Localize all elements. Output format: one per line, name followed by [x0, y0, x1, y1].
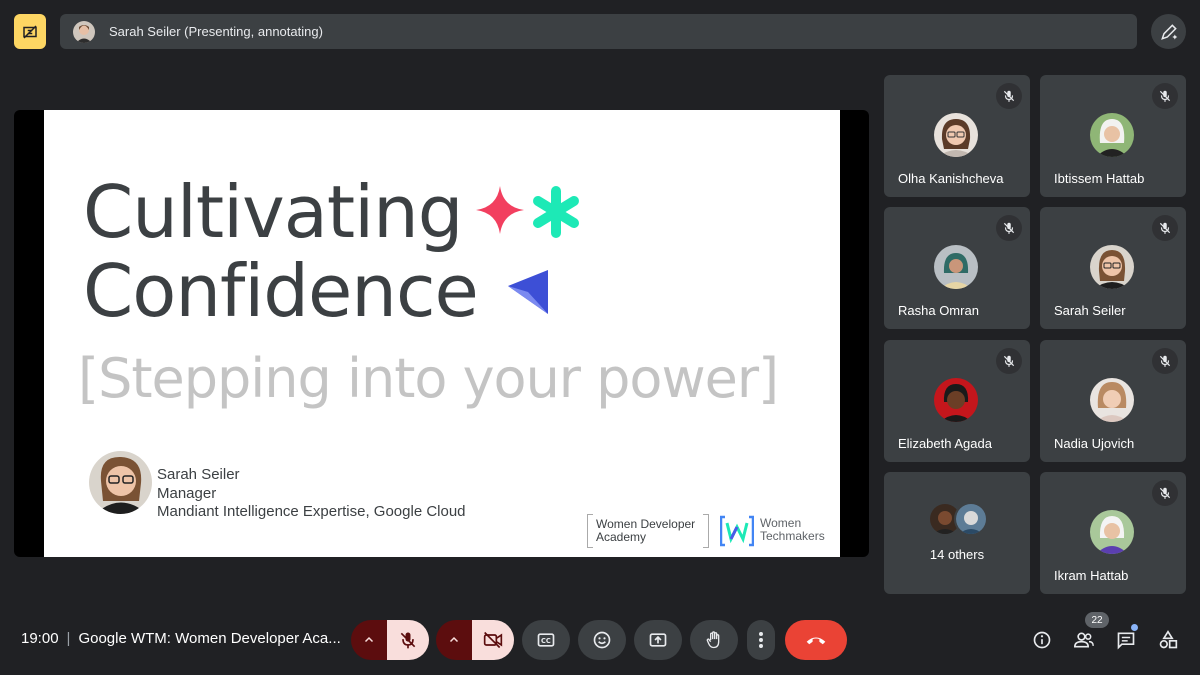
participant-tile[interactable]: Olha Kanishcheva [884, 75, 1030, 197]
pink-sparkle-icon [476, 186, 524, 234]
presenter-label: Sarah Seiler (Presenting, annotating) [109, 24, 323, 39]
mic-off-icon [1003, 355, 1015, 367]
participant-name: Sarah Seiler [1054, 303, 1126, 318]
slide: Cultivating Confidence [Stepping into yo… [44, 110, 840, 557]
participant-name: Elizabeth Agada [898, 436, 992, 451]
others-tile[interactable]: 14 others [884, 472, 1030, 594]
mic-muted-indicator [1152, 348, 1178, 374]
mic-off-icon [1159, 222, 1171, 234]
participant-avatar [1090, 378, 1134, 422]
pin-toggle-button[interactable] [14, 14, 46, 49]
present-screen-icon [649, 633, 667, 647]
emoji-icon [593, 631, 611, 649]
participant-tile[interactable]: Ikram Hattab [1040, 472, 1186, 594]
more-options-button[interactable] [747, 620, 775, 660]
participant-avatar [954, 502, 988, 536]
slide-subtitle: [Stepping into your power] [78, 347, 779, 410]
chevron-up-icon [449, 636, 459, 643]
activities-icon [1159, 630, 1178, 649]
meeting-title[interactable]: Google WTM: Women Developer Aca... [78, 630, 340, 647]
meeting-info: 19:00 | Google WTM: Women Developer Aca... [21, 630, 341, 647]
mic-muted-indicator [996, 83, 1022, 109]
participant-avatar [934, 378, 978, 422]
slide-title-line2: Confidence [83, 249, 479, 333]
teal-asterisk-icon [533, 186, 579, 238]
toggle-camera-button[interactable] [472, 620, 514, 660]
camera-options-button[interactable] [436, 620, 472, 660]
raise-hand-icon [706, 631, 720, 649]
participant-avatar [1090, 245, 1134, 289]
wtm-logo-mark-icon [720, 515, 754, 547]
others-count-label: 14 others [929, 547, 985, 562]
women-developer-academy-logo: Women Developer Academy [587, 514, 709, 548]
mic-off-icon [1159, 355, 1171, 367]
captions-icon: CC [537, 633, 555, 647]
toggle-mic-button[interactable] [387, 620, 429, 660]
activities-button[interactable] [1154, 626, 1182, 654]
speaker-title: Manager [157, 484, 217, 502]
speaker-info: Sarah Seiler Manager Mandiant Intelligen… [157, 466, 466, 522]
chat-notification-dot [1131, 624, 1138, 631]
participant-avatar [1090, 510, 1134, 554]
annotate-button[interactable] [1151, 14, 1186, 49]
mic-off-icon [1159, 90, 1171, 102]
mic-muted-indicator [1152, 480, 1178, 506]
presenter-avatar [73, 20, 95, 43]
chevron-up-icon [364, 636, 374, 643]
blue-arrow-icon [508, 270, 548, 314]
participant-tile[interactable]: Elizabeth Agada [884, 340, 1030, 462]
end-call-icon [806, 637, 826, 645]
captions-button[interactable]: CC [522, 620, 570, 660]
speaker-org: Mandiant Intelligence Expertise, Google … [157, 503, 466, 520]
participant-name: Ibtissem Hattab [1054, 171, 1145, 186]
mic-muted-indicator [1152, 83, 1178, 109]
meeting-time: 19:00 [21, 630, 59, 647]
participant-avatar [1090, 113, 1134, 157]
raise-hand-button[interactable] [690, 620, 738, 660]
mic-muted-indicator [996, 348, 1022, 374]
speaker-photo [89, 451, 152, 514]
info-icon [1033, 631, 1051, 649]
participant-avatar [934, 245, 978, 289]
participant-name: Nadia Ujovich [1054, 436, 1135, 451]
participant-tile[interactable]: Sarah Seiler [1040, 207, 1186, 329]
participant-name: Olha Kanishcheva [898, 171, 1004, 186]
logo2-line2: Techmakers [760, 529, 825, 543]
logo1-line2: Academy [596, 530, 647, 544]
more-vert-icon [759, 632, 763, 648]
presenter-banner: Sarah Seiler (Presenting, annotating) [60, 14, 1137, 49]
mic-off-icon [1003, 222, 1015, 234]
participant-count-badge: 22 [1085, 612, 1109, 628]
slide-title-line1: Cultivating [83, 170, 463, 254]
meeting-details-button[interactable] [1028, 626, 1056, 654]
participant-name: Ikram Hattab [1054, 568, 1129, 583]
people-icon [1073, 632, 1094, 648]
participant-name: Rasha Omran [898, 303, 979, 318]
pen-sparkle-icon [1160, 23, 1177, 40]
chat-icon [1117, 632, 1135, 650]
leave-call-button[interactable] [785, 620, 847, 660]
women-techmakers-logo: Women Techmakers [720, 514, 835, 548]
reactions-button[interactable] [578, 620, 626, 660]
mic-off-icon [1159, 487, 1171, 499]
mic-off-icon [1003, 90, 1015, 102]
present-now-button[interactable] [634, 620, 682, 660]
others-avatars [928, 502, 988, 536]
speaker-name: Sarah Seiler [157, 466, 240, 483]
participant-tile[interactable]: Rasha Omran [884, 207, 1030, 329]
mic-options-button[interactable] [351, 620, 387, 660]
svg-text:CC: CC [541, 637, 551, 645]
participant-tile[interactable]: Nadia Ujovich [1040, 340, 1186, 462]
participant-avatar [934, 113, 978, 157]
pin-off-icon [23, 24, 37, 39]
mic-off-icon [400, 632, 416, 649]
mic-muted-indicator [996, 215, 1022, 241]
presentation-stage: Cultivating Confidence [Stepping into yo… [14, 110, 869, 557]
mic-muted-indicator [1152, 215, 1178, 241]
participants-button[interactable] [1070, 626, 1098, 654]
camera-off-icon [483, 631, 503, 649]
participant-tile[interactable]: Ibtissem Hattab [1040, 75, 1186, 197]
